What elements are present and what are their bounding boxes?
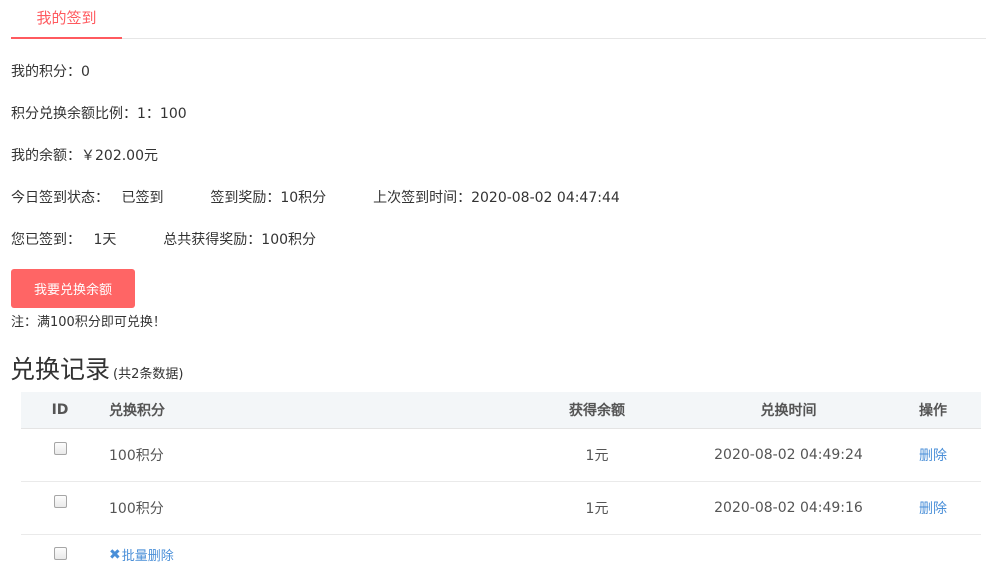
- row-select-checkbox[interactable]: [53, 442, 67, 455]
- status-label: 今日签到状态：: [11, 190, 109, 206]
- header-operation: 操作: [919, 403, 947, 419]
- row-select-cell: [49, 482, 71, 534]
- ratio-label: 积分兑换余额比例：: [11, 106, 137, 122]
- points-value: 0: [81, 64, 90, 80]
- row-points: 100积分: [109, 448, 164, 464]
- tab-bar: 我的签到: [11, 0, 986, 39]
- records-title: 兑换记录: [10, 355, 111, 384]
- row-select-cell: [49, 429, 71, 481]
- ratio-value: 1：100: [137, 106, 187, 122]
- row-op-cell: 删除: [907, 429, 959, 481]
- batch-delete-label: 批量删除: [121, 549, 174, 564]
- last-checkin-label: 上次签到时间：: [373, 190, 472, 206]
- row-balance: 1元: [585, 448, 609, 464]
- reward-value: 10积分: [280, 190, 327, 206]
- days-value: 1天: [93, 232, 117, 248]
- balance-value: ￥202.00元: [81, 148, 158, 164]
- row-time: 2020-08-02 04:49:16: [714, 500, 863, 516]
- table-row: 100积分 1元 2020-08-02 04:49:24 删除: [21, 429, 981, 482]
- ratio-line: 积分兑换余额比例：1：100: [11, 103, 187, 123]
- select-all-cell: [49, 535, 71, 575]
- reward-label: 签到奖励：: [210, 190, 281, 206]
- checkin-status-line: 今日签到状态： 已签到 签到奖励：10积分 上次签到时间：2020-08-02 …: [11, 187, 620, 207]
- balance-line: 我的余额：￥202.00元: [11, 145, 158, 165]
- table-row: 100积分 1元 2020-08-02 04:49:16 删除: [21, 482, 981, 535]
- row-balance: 1元: [585, 501, 609, 517]
- points-label: 我的积分：: [11, 64, 81, 80]
- row-time: 2020-08-02 04:49:24: [714, 447, 863, 463]
- tab-my-checkin[interactable]: 我的签到: [11, 0, 122, 39]
- row-select-checkbox[interactable]: [53, 495, 67, 508]
- row-points: 100积分: [109, 501, 164, 517]
- table-header: ID 兑换积分 获得余额 兑换时间 操作: [21, 392, 981, 429]
- row-op-cell: 删除: [907, 482, 959, 534]
- total-reward-label: 总共获得奖励：: [163, 232, 262, 248]
- records-heading: 兑换记录 (共2条数据): [10, 350, 183, 386]
- exchange-balance-button[interactable]: 我要兑换余额: [11, 269, 135, 308]
- checkin-summary-line: 您已签到： 1天 总共获得奖励：100积分: [11, 229, 316, 249]
- header-points: 兑换积分: [109, 403, 165, 419]
- delete-link[interactable]: 删除: [919, 445, 947, 465]
- close-x-icon: ✖: [109, 546, 121, 563]
- total-reward-value: 100积分: [261, 232, 317, 248]
- batch-delete-button[interactable]: ✖ 批量删除: [109, 545, 174, 565]
- header-id: ID: [51, 402, 69, 418]
- select-all-checkbox[interactable]: [53, 547, 67, 560]
- records-count: (共2条数据): [113, 367, 184, 382]
- last-checkin-value: 2020-08-02 04:47:44: [471, 190, 620, 206]
- exchange-note: 注：满100积分即可兑换！: [11, 315, 166, 330]
- days-label: 您已签到：: [11, 232, 81, 248]
- balance-label: 我的余额：: [11, 148, 81, 164]
- status-value: 已签到: [121, 190, 164, 206]
- points-line: 我的积分：0: [11, 61, 90, 81]
- header-balance: 获得余额: [569, 403, 625, 419]
- delete-link[interactable]: 删除: [919, 498, 947, 518]
- header-time: 兑换时间: [760, 403, 817, 419]
